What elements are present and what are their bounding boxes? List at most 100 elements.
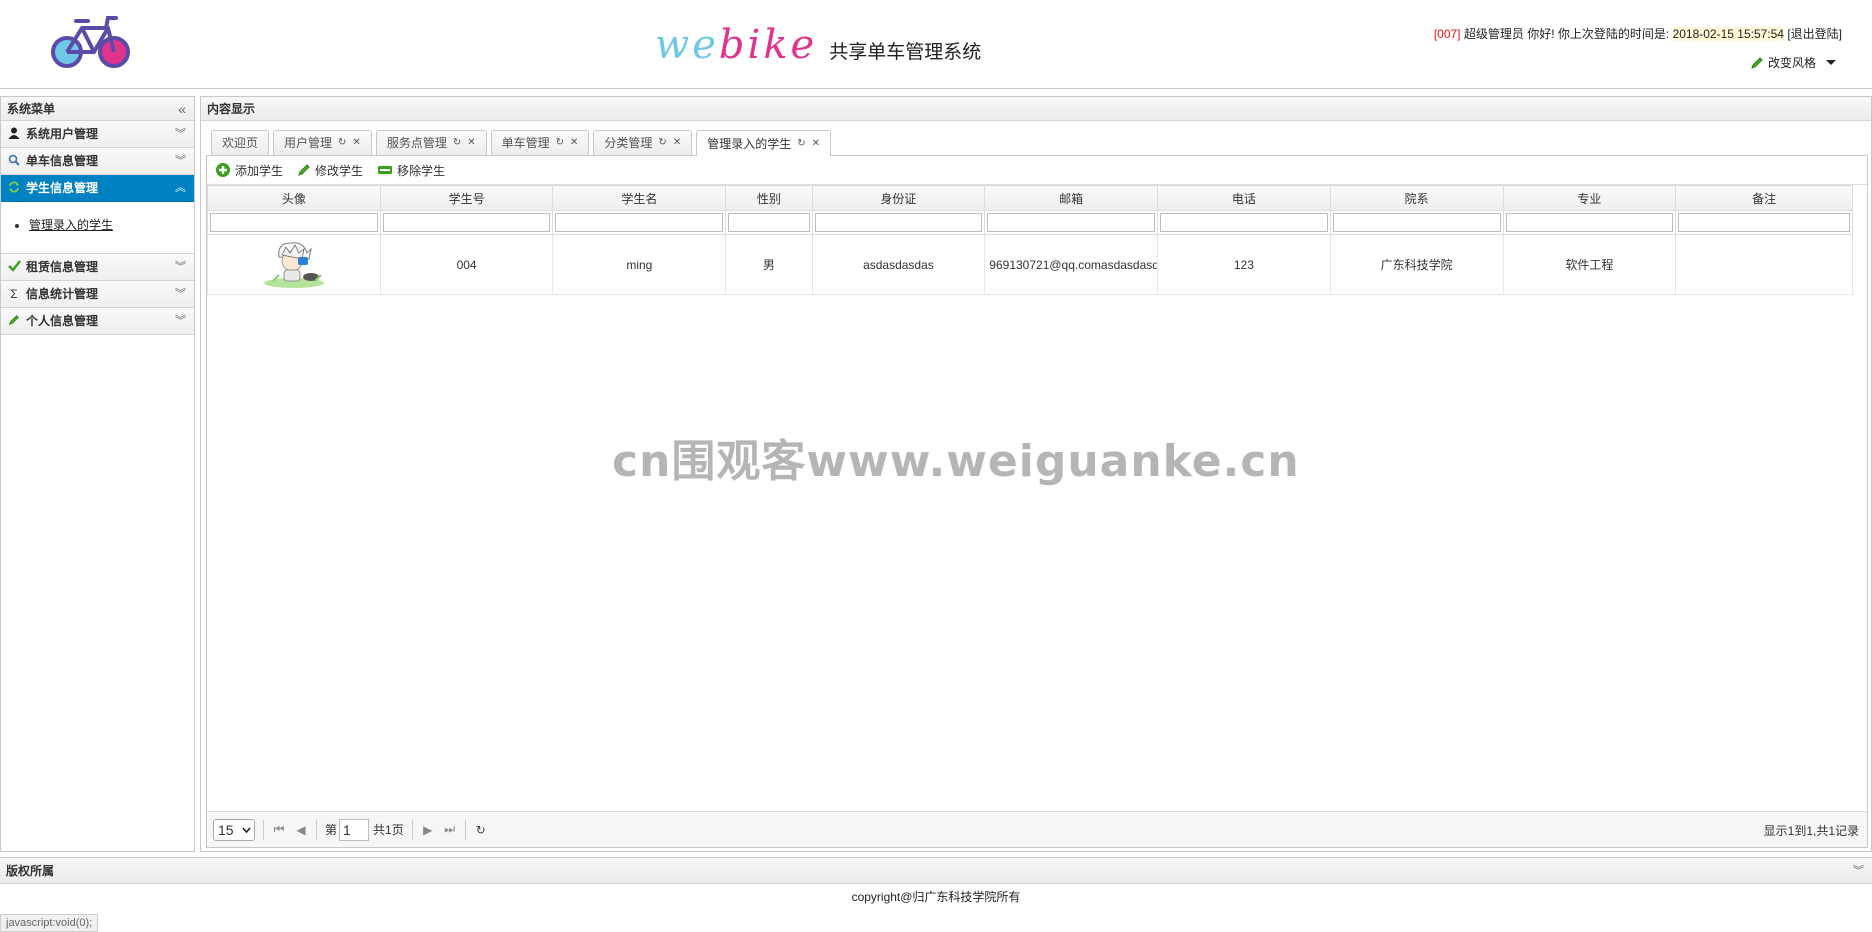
check-icon [7, 260, 21, 274]
table-row[interactable]: 004 ming 男 asdasdasdas 969130721@qq.coma… [207, 234, 1853, 295]
column-header-id-card[interactable]: 身份证 [811, 185, 986, 211]
cell-student-no: 004 [379, 234, 554, 295]
cell-remark [1675, 234, 1853, 295]
filter-input-student-no[interactable] [382, 213, 551, 232]
tab-managed-students[interactable]: 管理录入的学生 ↻ ✕ [696, 130, 831, 156]
column-header-phone[interactable]: 电话 [1157, 185, 1331, 211]
filter-input-id-card[interactable] [814, 213, 983, 232]
refresh-icon[interactable]: ↻ [474, 823, 488, 837]
cell-name: ming [552, 234, 727, 295]
chevron-down-icon [242, 826, 251, 833]
grid-toolbar: 添加学生 修改学生 移除学生 [207, 156, 1867, 185]
close-icon[interactable]: ✕ [673, 131, 681, 155]
column-header-major[interactable]: 专业 [1502, 185, 1677, 211]
close-icon[interactable]: ✕ [467, 131, 475, 155]
filter-input-avatar[interactable] [210, 213, 378, 232]
chevron-down-icon: ︾ [175, 315, 186, 327]
app-header: webike 共享单车管理系统 [007] 超级管理员 你好! 你上次登陆的时间… [0, 0, 1872, 89]
footer-title: 版权所属 ︾ [0, 858, 1872, 884]
avatar [207, 234, 381, 295]
caret-down-icon [1826, 60, 1836, 65]
greeting-text: 超级管理员 你好! 你上次登陆的时间是: [1463, 27, 1670, 41]
chevron-down-icon: ︾ [175, 128, 186, 140]
copyright-text: copyright@归广东科技学院所有 [851, 890, 1021, 904]
change-style-menu[interactable]: 改变风格 [1750, 54, 1836, 71]
column-header-email[interactable]: 邮箱 [984, 185, 1159, 211]
cell-department: 广东科技学院 [1329, 234, 1504, 295]
page-number-input[interactable]: 1 [339, 818, 370, 841]
user-icon [7, 127, 21, 141]
reload-tab-icon[interactable]: ↻ [338, 131, 346, 155]
sidebar-item-student-management[interactable]: 学生信息管理 ︽ [1, 175, 194, 202]
student-submenu: 管理录入的学生 [1, 202, 194, 254]
close-icon[interactable]: ✕ [570, 131, 578, 155]
separator [464, 819, 466, 840]
reload-tab-icon[interactable]: ↻ [453, 131, 461, 155]
separator [263, 819, 264, 840]
filter-input-remark[interactable] [1678, 213, 1850, 232]
change-style-label: 改变风格 [1767, 56, 1816, 70]
chevron-down-icon: ︾ [175, 155, 186, 167]
tab-category-management[interactable]: 分类管理 ↻ ✕ [593, 130, 693, 155]
column-header-department[interactable]: 院系 [1329, 185, 1504, 211]
reload-tab-icon[interactable]: ↻ [556, 131, 564, 155]
column-header-gender[interactable]: 性别 [725, 185, 813, 211]
reload-tab-icon[interactable]: ↻ [797, 132, 805, 156]
reload-tab-icon[interactable]: ↻ [658, 131, 666, 155]
sidebar-item-user-management[interactable]: 系统用户管理 ︾ [1, 121, 194, 148]
sidebar-item-personal-management[interactable]: 个人信息管理 ︾ [1, 308, 194, 335]
filter-input-gender[interactable] [728, 213, 810, 232]
column-header-avatar[interactable]: 头像 [207, 185, 381, 211]
filter-input-name[interactable] [555, 213, 724, 232]
column-header-name[interactable]: 学生名 [552, 185, 727, 211]
sidebar-item-label: 学生信息管理 [26, 181, 99, 195]
prev-page-icon[interactable]: ◀ [294, 823, 308, 837]
student-table: 头像 学生号 学生名 性别 身份证 邮箱 电话 院系 专业 备注 004 min… [207, 185, 1853, 295]
tab-bike-management[interactable]: 单车管理 ↻ ✕ [490, 130, 590, 155]
sidebar-item-statistics-management[interactable]: Σ 信息统计管理 ︾ [1, 281, 194, 308]
filter-input-major[interactable] [1505, 213, 1674, 232]
sidebar-item-label: 租赁信息管理 [26, 260, 99, 274]
logout-link[interactable]: [退出登陆] [1787, 27, 1842, 41]
sidebar-item-bike-management[interactable]: 单车信息管理 ︾ [1, 148, 194, 175]
last-page-icon[interactable]: ⏭ [443, 822, 457, 837]
submenu-link-managed-students[interactable]: 管理录入的学生 [29, 218, 113, 232]
first-page-icon[interactable]: ⏮ [272, 822, 286, 837]
tab-service-point-management[interactable]: 服务点管理 ↻ ✕ [375, 130, 487, 155]
column-header-remark[interactable]: 备注 [1675, 185, 1853, 211]
brand-wordmark: webike [655, 22, 818, 68]
tab-bar: 欢迎页 用户管理 ↻ ✕ 服务点管理 ↻ ✕ 单车管理 ↻ ✕ 分类管理 ↻ ✕ [206, 129, 1868, 156]
pencil-icon [1751, 56, 1763, 69]
user-id: [007] [1433, 27, 1461, 41]
student-avatar-image [263, 242, 324, 288]
close-icon[interactable]: ✕ [352, 131, 360, 155]
chevron-down-icon[interactable]: ︾ [1853, 858, 1864, 884]
sidebar-item-rental-management[interactable]: 租赁信息管理 ︾ [1, 254, 194, 281]
close-icon[interactable]: ✕ [812, 132, 820, 156]
chevron-down-icon: ︾ [175, 261, 186, 273]
remove-student-button[interactable]: 移除学生 [377, 162, 445, 179]
student-datagrid: 添加学生 修改学生 移除学生 头像 学生号 学生名 性别 身份证 邮箱 电话 院… [206, 156, 1868, 848]
collapse-sidebar-icon[interactable]: « [178, 97, 186, 121]
next-page-icon[interactable]: ▶ [421, 823, 435, 837]
pencil-icon [7, 314, 21, 328]
tab-user-management[interactable]: 用户管理 ↻ ✕ [273, 130, 372, 155]
search-icon [7, 154, 21, 168]
sum-icon: Σ [10, 287, 18, 301]
pagination-summary: 显示1到1,共1记录 [1763, 824, 1859, 838]
status-bar-url: javascript:void(0); [0, 914, 99, 932]
content-title: 内容显示 [201, 97, 1871, 121]
page-prefix-label: 第 [325, 823, 338, 837]
edit-student-button[interactable]: 修改学生 [297, 162, 363, 179]
add-student-button[interactable]: 添加学生 [215, 162, 283, 179]
cell-id-card: asdasdasdas [811, 234, 986, 295]
filter-input-phone[interactable] [1160, 213, 1328, 232]
column-header-student-no[interactable]: 学生号 [379, 185, 554, 211]
tab-container: 欢迎页 用户管理 ↻ ✕ 服务点管理 ↻ ✕ 单车管理 ↻ ✕ 分类管理 ↻ ✕ [206, 129, 1868, 848]
page-size-select[interactable]: 15 [213, 818, 255, 841]
sidebar-item-label: 系统用户管理 [26, 127, 99, 141]
sidebar-title: 系统菜单 « [1, 97, 194, 121]
tab-welcome[interactable]: 欢迎页 [211, 130, 270, 155]
filter-input-department[interactable] [1332, 213, 1501, 232]
filter-input-email[interactable] [987, 213, 1156, 232]
